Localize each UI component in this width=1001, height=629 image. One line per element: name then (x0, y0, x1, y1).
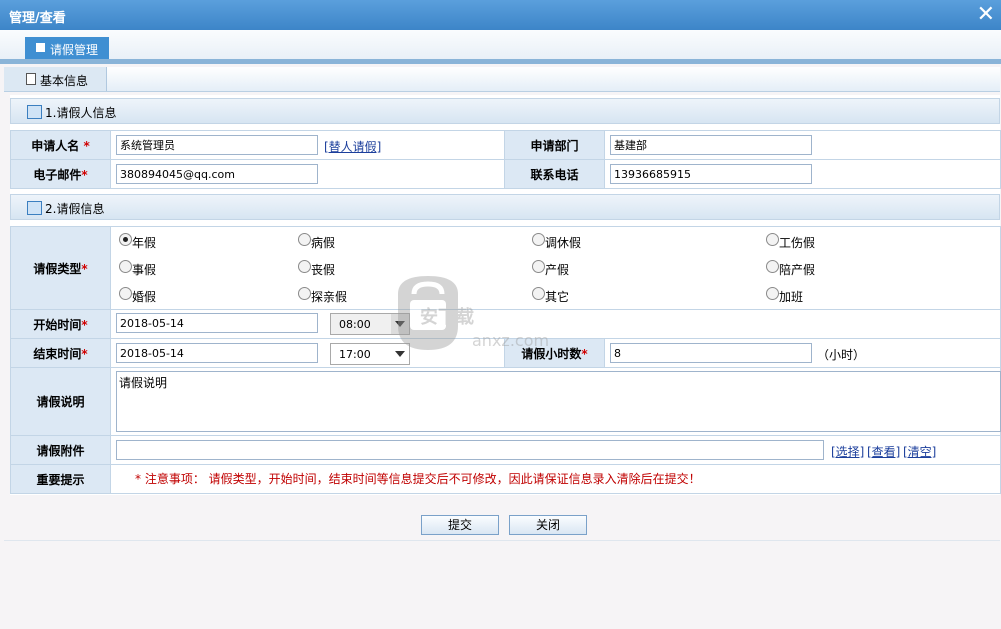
radio-icon[interactable] (298, 233, 311, 246)
radio-label: 丧假 (311, 263, 336, 277)
tab-label: 请假管理 (50, 43, 99, 57)
leave-type-cell: 年假 病假 调休假 工伤假 事假 丧假 产假 陪产假 婚假 探亲假 其它 加班 (109, 226, 1001, 310)
email-input[interactable] (116, 164, 318, 184)
description-textarea[interactable]: 请假说明 (116, 371, 1001, 432)
radio-icon[interactable] (532, 260, 545, 273)
applicant-name-label: 申请人名 * (10, 130, 111, 160)
radio-label: 婚假 (132, 290, 157, 304)
phone-input[interactable] (610, 164, 812, 184)
notice-cell: * 注意事项： 请假类型，开始时间，结束时间等信息提交后不可修改，因此请保证信息… (109, 464, 1001, 494)
leave-hours-cell: （小时） (603, 338, 1001, 368)
section-tab-label: 基本信息 (40, 74, 89, 88)
attachment-input[interactable] (116, 440, 824, 460)
end-time-value: 17:00 (339, 348, 371, 361)
start-date-input[interactable] (116, 313, 318, 333)
applicant-table: 申请人名 * [替人请假] 申请部门 电子邮件* 联系电话 (10, 130, 1001, 189)
email-label: 电子邮件* (10, 159, 111, 189)
radio-icon[interactable] (766, 233, 779, 246)
tab-leave-management[interactable]: 请假管理 (25, 37, 109, 59)
document-icon (26, 73, 36, 85)
close-icon[interactable]: ✕ (977, 2, 995, 27)
department-cell (604, 130, 1001, 160)
table-row: 请假说明 请假说明 (10, 367, 1001, 436)
phone-cell (604, 159, 1001, 189)
applicant-name-cell: [替人请假] (110, 130, 505, 160)
radio-icon[interactable] (766, 260, 779, 273)
title-bar: 管理/查看 ✕ (0, 0, 1001, 30)
tab-basic-info[interactable]: 基本信息 (4, 67, 107, 91)
radio-label: 病假 (311, 236, 336, 250)
radio-label: 调休假 (545, 236, 582, 250)
start-time-cell: 08:00 (109, 309, 1001, 339)
department-input[interactable] (610, 135, 812, 155)
radio-icon[interactable] (766, 287, 779, 300)
group-header-applicant: 1.请假人信息 (10, 98, 1000, 124)
radio-icon[interactable] (532, 287, 545, 300)
divider (4, 540, 1000, 541)
group-header-leave: 2.请假信息 (10, 194, 1000, 220)
window-title: 管理/查看 (9, 11, 66, 26)
end-date-input[interactable] (116, 343, 318, 363)
tab-underline (0, 59, 1001, 64)
end-time-cell: 17:00 (110, 338, 505, 368)
radio-label: 加班 (779, 290, 804, 304)
start-time-label: 开始时间* (10, 309, 111, 339)
square-icon (36, 43, 45, 52)
radio-label: 探亲假 (311, 290, 348, 304)
chevron-down-icon (395, 351, 405, 357)
email-cell (110, 159, 505, 189)
table-row: 结束时间* 17:00 请假小时数* （小时） (10, 338, 1001, 368)
table-row: 请假类型* 年假 病假 调休假 工伤假 事假 丧假 产假 陪产假 婚假 探亲假 … (10, 226, 1001, 310)
attachment-label: 请假附件 (10, 435, 111, 465)
radio-icon[interactable] (119, 233, 132, 246)
department-label: 申请部门 (504, 130, 605, 160)
attachment-choose-link[interactable]: [选择] (831, 443, 864, 460)
radio-icon[interactable] (298, 287, 311, 300)
leave-table: 请假类型* 年假 病假 调休假 工伤假 事假 丧假 产假 陪产假 婚假 探亲假 … (10, 226, 1001, 494)
description-cell: 请假说明 (109, 367, 1001, 436)
start-time-value: 08:00 (339, 318, 371, 331)
proxy-leave-link[interactable]: [替人请假] (324, 138, 381, 155)
applicant-name-input[interactable] (116, 135, 318, 155)
table-row: 电子邮件* 联系电话 (10, 159, 1001, 189)
radio-icon[interactable] (119, 260, 132, 273)
leave-type-label: 请假类型* (10, 226, 111, 310)
radio-icon[interactable] (298, 260, 311, 273)
group-title: 1.请假人信息 (45, 106, 117, 120)
end-time-select[interactable]: 17:00 (330, 343, 410, 365)
radio-icon[interactable] (119, 287, 132, 300)
table-row: 重要提示 * 注意事项： 请假类型，开始时间，结束时间等信息提交后不可修改，因此… (10, 464, 1001, 494)
start-time-select[interactable]: 08:00 (330, 313, 410, 335)
end-time-label: 结束时间* (10, 338, 111, 368)
radio-label: 产假 (545, 263, 570, 277)
group-title: 2.请假信息 (45, 202, 105, 216)
section-tabs: 基本信息 (4, 67, 1000, 92)
notice-text: * 注意事项： 请假类型，开始时间，结束时间等信息提交后不可修改，因此请保证信息… (135, 472, 701, 486)
table-row: 申请人名 * [替人请假] 申请部门 (10, 130, 1001, 160)
radio-label: 年假 (132, 236, 157, 250)
radio-label: 其它 (545, 290, 570, 304)
attachment-clear-link[interactable]: [清空] (903, 443, 936, 460)
hours-unit: （小时） (817, 348, 866, 362)
attachment-view-link[interactable]: [查看] (867, 443, 900, 460)
description-label: 请假说明 (10, 367, 111, 436)
attachment-cell: [选择] [查看] [清空] (109, 435, 1001, 465)
leave-hours-label: 请假小时数* (504, 338, 605, 368)
radio-label: 陪产假 (779, 263, 816, 277)
table-row: 请假附件 [选择] [查看] [清空] (10, 435, 1001, 465)
table-row: 开始时间* 08:00 (10, 309, 1001, 339)
radio-label: 事假 (132, 263, 157, 277)
notice-label: 重要提示 (10, 464, 111, 494)
table-icon (27, 201, 42, 215)
phone-label: 联系电话 (504, 159, 605, 189)
leave-hours-input[interactable] (610, 343, 812, 363)
submit-button[interactable]: 提交 (421, 515, 499, 535)
radio-label: 工伤假 (779, 236, 816, 250)
radio-icon[interactable] (532, 233, 545, 246)
table-icon (27, 105, 42, 119)
close-button[interactable]: 关闭 (509, 515, 587, 535)
chevron-down-icon (395, 321, 405, 327)
tab-bar: 请假管理 (0, 30, 1001, 64)
